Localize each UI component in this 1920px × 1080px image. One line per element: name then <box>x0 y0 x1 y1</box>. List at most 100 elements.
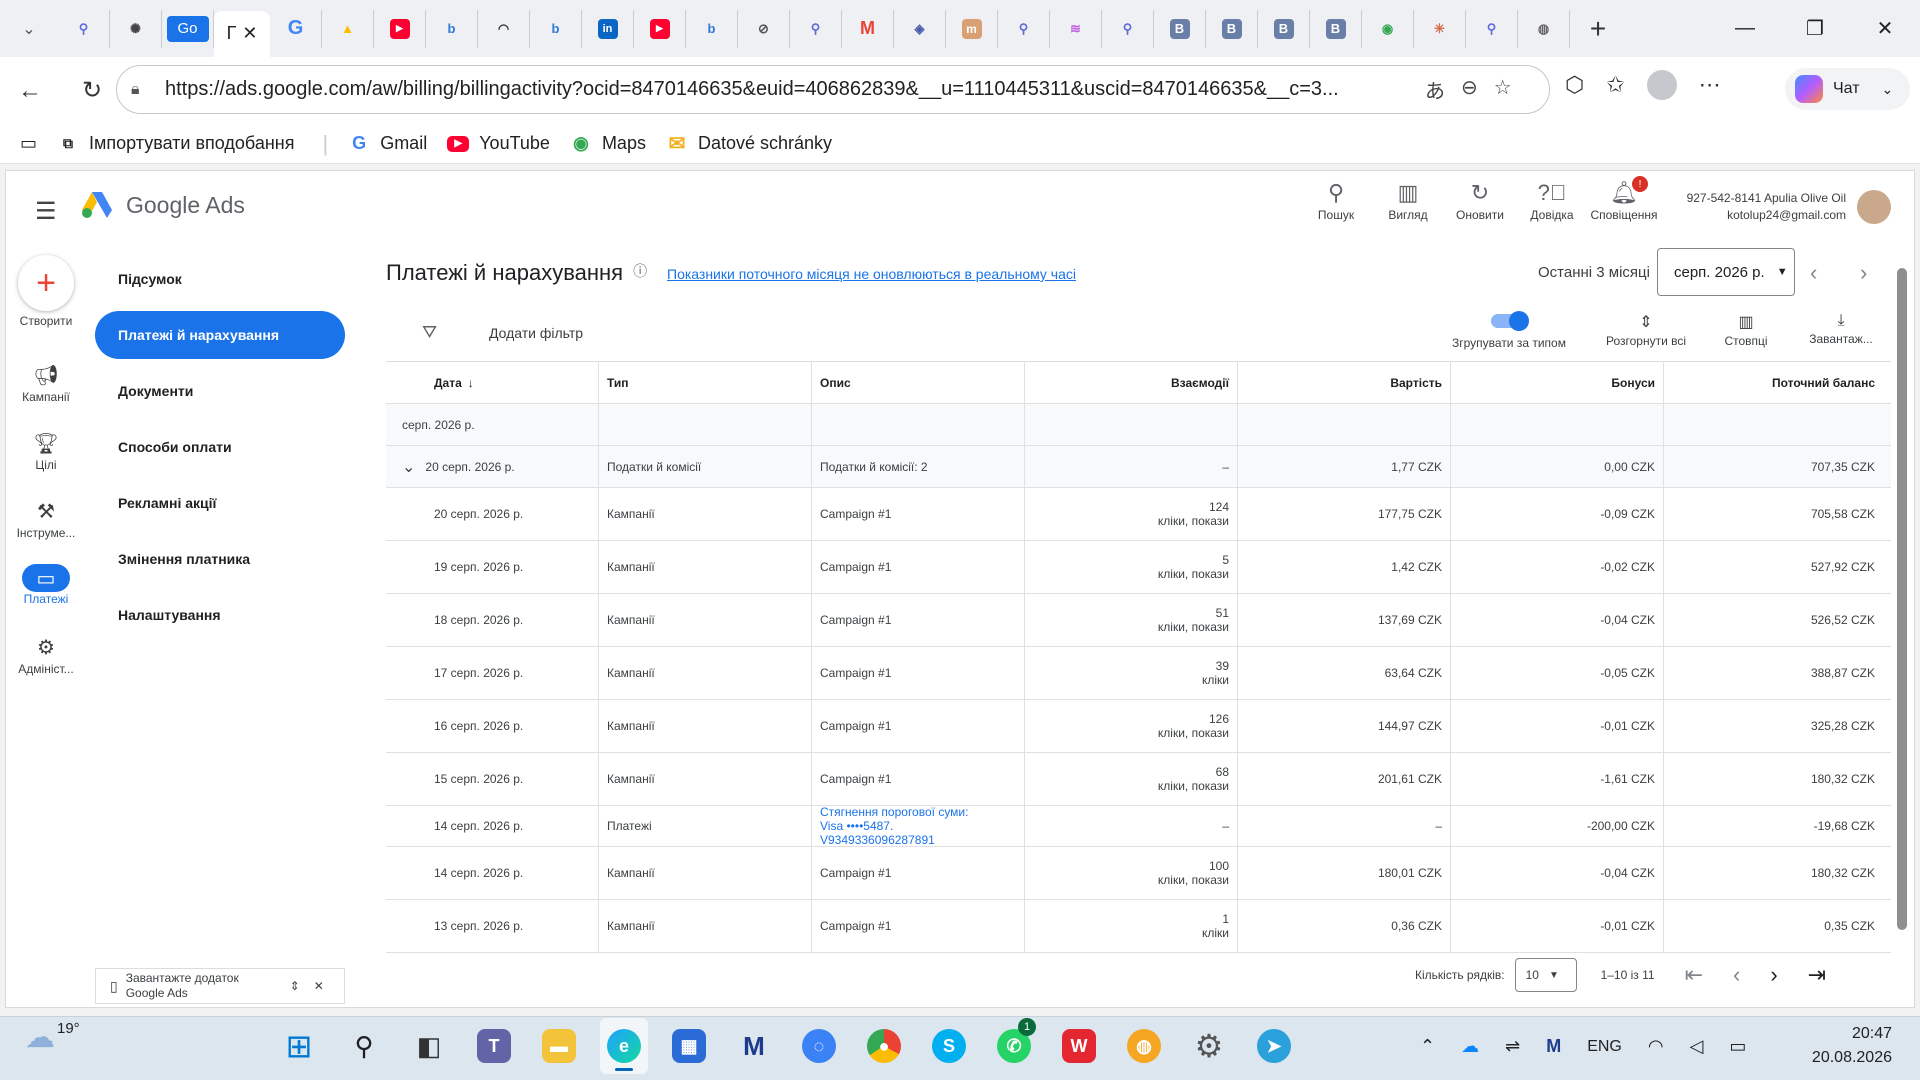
app-download-promo[interactable]: ▯ Завантажте додаток Google Ads ⇕ ✕ <box>95 968 345 1004</box>
payment-link-line[interactable]: Visa ••••5487. <box>820 819 893 833</box>
active-tab[interactable]: Г ✕ <box>214 10 270 57</box>
tab[interactable]: G <box>270 9 322 48</box>
header-help-button[interactable]: ?⃝ Довідка <box>1516 180 1588 222</box>
copilot-chat-button[interactable]: Чат ⌄ <box>1785 68 1910 110</box>
table-row[interactable]: 13 серп. 2026 р. Кампанії Campaign #1 1 клік… <box>386 900 1891 953</box>
payment-link-line[interactable]: Стягнення порогової суми: <box>820 805 968 819</box>
nav-settings[interactable]: Налаштування <box>95 591 345 639</box>
tab[interactable]: B <box>1258 9 1310 48</box>
scrollbar-thumb[interactable] <box>1897 268 1907 930</box>
tab[interactable]: b <box>530 9 582 48</box>
expand-all-button[interactable]: ⇕ Розгорнути всі <box>1596 312 1696 348</box>
bookmark-maps[interactable]: ◉ Maps <box>570 133 646 155</box>
tab[interactable]: ◠ <box>478 9 530 48</box>
rail-billing[interactable]: ▭ Платежі <box>5 564 87 606</box>
lock-icon[interactable]: 🔒︎ <box>131 81 153 99</box>
filter-icon[interactable]: ⛛ <box>422 322 437 343</box>
chrome-app[interactable]: ● <box>860 1018 908 1074</box>
clock[interactable]: 20:47 20.08.2026 <box>1800 1022 1892 1070</box>
chat-app[interactable]: ◌ <box>795 1018 843 1074</box>
account-avatar[interactable] <box>1857 190 1891 224</box>
bookmark-datove[interactable]: ✉ Datové schránky <box>666 133 832 155</box>
file-explorer-app[interactable]: ▬ <box>535 1018 583 1074</box>
payment-link-line[interactable]: V9349336096287891 <box>820 833 935 847</box>
sliders-icon[interactable]: ⇌ <box>1505 1036 1520 1057</box>
table-row[interactable]: 16 серп. 2026 р. Кампанії Campaign #1 126 кл… <box>386 700 1891 753</box>
header-type[interactable]: Тип <box>599 362 812 403</box>
table-row[interactable]: 17 серп. 2026 р. Кампанії Campaign #1 39 клі… <box>386 647 1891 700</box>
sidebar-toggle-icon[interactable]: ▭ <box>20 133 37 154</box>
tab[interactable]: B <box>1206 9 1258 48</box>
header-refresh-button[interactable]: ↻ Оновити <box>1444 180 1516 222</box>
tab[interactable]: in <box>582 9 634 48</box>
header-balance[interactable]: Поточний баланс <box>1664 362 1891 403</box>
bookmark-gmail[interactable]: G Gmail <box>348 133 427 155</box>
chevron-down-icon[interactable]: ⌄ <box>402 457 415 477</box>
rail-goals[interactable]: 🏆︎ Цілі <box>5 428 87 473</box>
tab[interactable]: b <box>686 9 738 48</box>
rail-campaigns[interactable]: 📢︎ Кампанії <box>5 360 87 405</box>
account-info[interactable]: 927-542-8141 Apulia Olive Oil kotolup24@… <box>1670 190 1846 224</box>
group-summary-row[interactable]: ⌄ 20 серп. 2026 р. Податки й комісії Пода… <box>386 446 1891 488</box>
table-row[interactable]: 18 серп. 2026 р. Кампанії Campaign #1 51 клі… <box>386 594 1891 647</box>
maximize-button[interactable]: ❐ <box>1780 0 1850 57</box>
settings-app[interactable]: ⚙ <box>1185 1018 1233 1074</box>
columns-button[interactable]: ▥ Стовпці <box>1706 312 1786 348</box>
battery-icon[interactable]: ▭ <box>1729 1036 1746 1057</box>
tab[interactable]: ⚲ <box>1466 9 1518 48</box>
header-interactions[interactable]: Взаємодії <box>1025 362 1238 403</box>
table-row[interactable]: 15 серп. 2026 р. Кампанії Campaign #1 68 клі… <box>386 753 1891 806</box>
prev-period-button[interactable]: ‹ <box>1810 260 1817 286</box>
prev-page-button[interactable]: ‹ <box>1733 962 1740 988</box>
tab-actions-button[interactable]: ⌄ <box>10 11 48 47</box>
first-page-button[interactable]: ⇤ <box>1685 962 1703 988</box>
tab[interactable]: b <box>426 9 478 48</box>
tab[interactable]: B <box>1310 9 1362 48</box>
close-tab-icon[interactable]: ✕ <box>242 23 257 44</box>
mail-app[interactable]: M <box>730 1018 778 1074</box>
nav-transactions[interactable]: Платежі й нарахування <box>95 311 345 359</box>
tab[interactable]: ⚲ <box>58 9 110 48</box>
header-cost[interactable]: Вартість <box>1238 362 1451 403</box>
bookmark-import[interactable]: ⧉ Імпортувати вподобання <box>57 133 294 155</box>
whatsapp-app[interactable]: ✆ 1 <box>990 1018 1038 1074</box>
tab[interactable]: ◍ <box>1518 9 1570 48</box>
realtime-notice-link[interactable]: Показники поточного місяця не оновлюютьс… <box>667 266 1076 282</box>
last-page-button[interactable]: ⇥ <box>1808 962 1826 988</box>
next-page-button[interactable]: › <box>1770 962 1777 988</box>
language-indicator[interactable]: ENG <box>1587 1038 1622 1056</box>
table-row[interactable]: 20 серп. 2026 р. Кампанії Campaign #1 124 кл… <box>386 488 1891 541</box>
close-icon[interactable]: ✕ <box>314 979 324 993</box>
tab[interactable]: ⚲ <box>998 9 1050 48</box>
tab[interactable]: ⚲ <box>790 9 842 48</box>
header-date[interactable]: Дата ↓ <box>386 362 599 403</box>
close-window-button[interactable]: ✕ <box>1850 0 1920 57</box>
bookmark-youtube[interactable]: ▶ YouTube <box>447 133 550 154</box>
new-tab-button[interactable]: + <box>1578 11 1618 47</box>
rail-admin[interactable]: ⚙ Адмініст... <box>5 632 87 677</box>
expand-icon[interactable]: ⇕ <box>290 979 300 993</box>
nav-promotions[interactable]: Рекламні акції <box>95 479 345 527</box>
tab[interactable]: Go <box>162 9 214 48</box>
profile-avatar[interactable] <box>1646 70 1677 100</box>
help-icon[interactable]: ⓘ <box>633 263 647 279</box>
tab[interactable]: ≋ <box>1050 9 1102 48</box>
tab[interactable]: ▶ <box>634 9 686 48</box>
header-view-button[interactable]: ▥ Вигляд <box>1372 180 1444 222</box>
volume-icon[interactable]: ◁ <box>1690 1036 1704 1057</box>
table-row[interactable]: 19 серп. 2026 р. Кампанії Campaign #1 5 клік… <box>386 541 1891 594</box>
toggle-switch[interactable] <box>1491 311 1529 331</box>
nav-documents[interactable]: Документи <box>95 367 345 415</box>
zoom-icon[interactable]: ⊖ <box>1461 75 1478 104</box>
store-app[interactable]: ▦ <box>665 1018 713 1074</box>
onedrive-icon[interactable]: ☁ <box>1461 1036 1479 1057</box>
header-search-button[interactable]: ⚲ Пошук <box>1300 180 1372 222</box>
favorites-icon[interactable]: ✩ <box>1606 72 1624 98</box>
menu-icon[interactable]: ☰ <box>35 197 57 226</box>
header-notifications-button[interactable]: 🔔︎ Сповіщення! <box>1588 176 1660 222</box>
google-ads-logo[interactable]: Google Ads <box>80 190 245 220</box>
date-range-select[interactable]: серп. 2026 р. ▼ <box>1657 248 1795 296</box>
payment-row[interactable]: 14 серп. 2026 р. Платежі Стягнення порог… <box>386 805 1891 847</box>
skype-app[interactable]: S <box>925 1018 973 1074</box>
wps-app[interactable]: W <box>1055 1018 1103 1074</box>
